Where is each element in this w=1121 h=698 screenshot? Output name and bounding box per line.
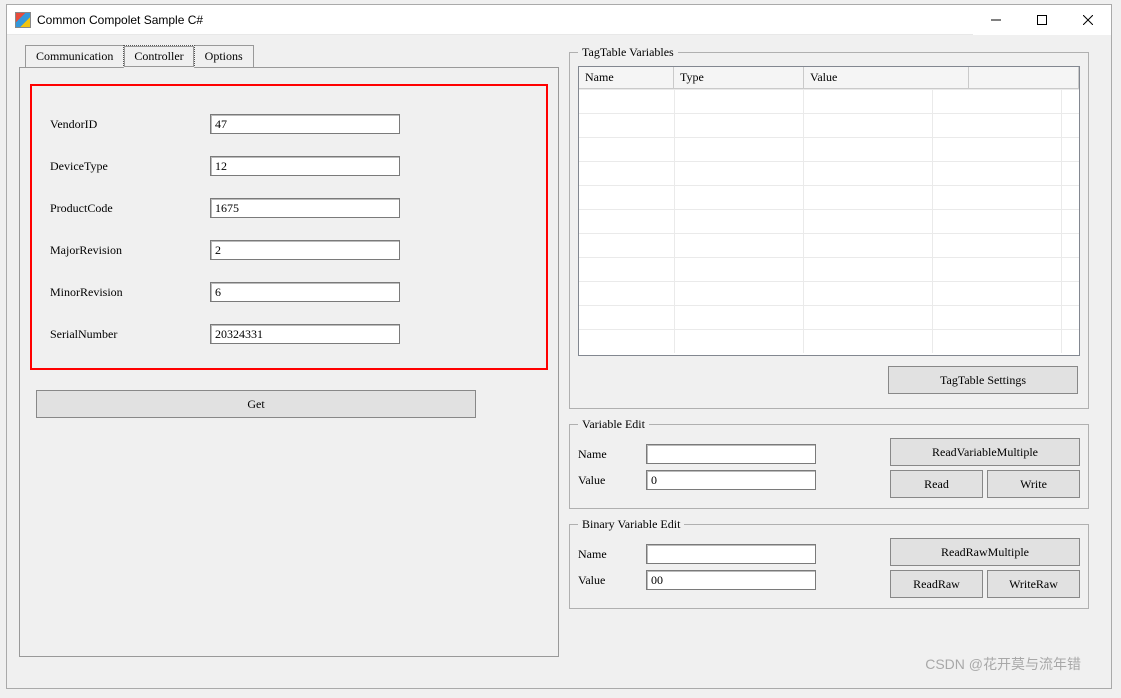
tagtable-grid[interactable]: Name Type Value	[578, 66, 1080, 356]
tab-strip: Communication Controller Options	[25, 45, 559, 68]
left-panel: Communication Controller Options VendorI…	[19, 45, 559, 678]
controller-info-group: VendorID DeviceType ProductCode MajorRev…	[30, 84, 548, 370]
ve-name-input[interactable]	[646, 444, 816, 464]
minorrevision-input[interactable]	[210, 282, 400, 302]
read-variable-multiple-button[interactable]: ReadVariableMultiple	[890, 438, 1080, 466]
productcode-input[interactable]	[210, 198, 400, 218]
titlebar[interactable]: Common Compolet Sample C#	[7, 5, 1111, 35]
binary-edit-legend: Binary Variable Edit	[578, 517, 684, 532]
binary-variable-edit-group: Binary Variable Edit Name Value Read	[569, 517, 1089, 609]
devicetype-label: DeviceType	[50, 159, 210, 174]
close-button[interactable]	[1065, 5, 1111, 35]
readraw-multiple-button[interactable]: ReadRawMultiple	[890, 538, 1080, 566]
tab-options[interactable]: Options	[194, 45, 254, 68]
be-name-input[interactable]	[646, 544, 816, 564]
minimize-button[interactable]	[973, 5, 1019, 35]
serialnumber-label: SerialNumber	[50, 327, 210, 342]
variable-edit-group: Variable Edit Name Value ReadVariabl	[569, 417, 1089, 509]
productcode-label: ProductCode	[50, 201, 210, 216]
ve-name-label: Name	[578, 447, 638, 462]
grid-lines	[579, 89, 1079, 353]
tagtable-group: TagTable Variables Name Type Value TagTa…	[569, 45, 1089, 409]
get-button[interactable]: Get	[36, 390, 476, 418]
tagtable-legend: TagTable Variables	[578, 45, 678, 60]
app-icon	[15, 12, 31, 28]
variable-edit-legend: Variable Edit	[578, 417, 649, 432]
be-value-input[interactable]	[646, 570, 816, 590]
minorrevision-label: MinorRevision	[50, 285, 210, 300]
majorrevision-input[interactable]	[210, 240, 400, 260]
tagtable-settings-button[interactable]: TagTable Settings	[888, 366, 1078, 394]
col-type[interactable]: Type	[674, 67, 804, 88]
write-button[interactable]: Write	[987, 470, 1080, 498]
grid-header: Name Type Value	[579, 67, 1079, 89]
be-value-label: Value	[578, 573, 638, 588]
serialnumber-input[interactable]	[210, 324, 400, 344]
grid-body[interactable]	[579, 89, 1079, 353]
readraw-button[interactable]: ReadRaw	[890, 570, 983, 598]
col-extra[interactable]	[969, 67, 1079, 88]
be-name-label: Name	[578, 547, 638, 562]
client-area: Communication Controller Options VendorI…	[7, 35, 1111, 688]
vendorid-input[interactable]	[210, 114, 400, 134]
tab-controller[interactable]: Controller	[123, 45, 194, 68]
majorrevision-label: MajorRevision	[50, 243, 210, 258]
ve-value-label: Value	[578, 473, 638, 488]
ve-value-input[interactable]	[646, 470, 816, 490]
tab-communication[interactable]: Communication	[25, 45, 124, 68]
vendorid-label: VendorID	[50, 117, 210, 132]
col-value[interactable]: Value	[804, 67, 969, 88]
maximize-button[interactable]	[1019, 5, 1065, 35]
col-name[interactable]: Name	[579, 67, 674, 88]
devicetype-input[interactable]	[210, 156, 400, 176]
writeraw-button[interactable]: WriteRaw	[987, 570, 1080, 598]
window-title: Common Compolet Sample C#	[37, 13, 203, 27]
application-window: Common Compolet Sample C# Communication …	[6, 4, 1112, 689]
controller-page: VendorID DeviceType ProductCode MajorRev…	[19, 67, 559, 657]
read-button[interactable]: Read	[890, 470, 983, 498]
right-panel: TagTable Variables Name Type Value TagTa…	[569, 45, 1089, 678]
